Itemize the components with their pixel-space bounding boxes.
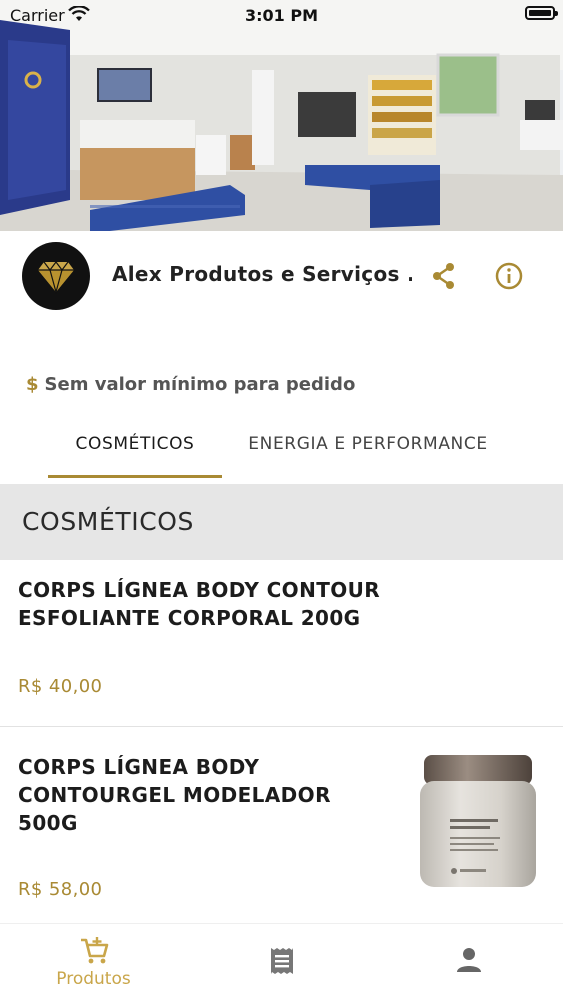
share-icon bbox=[433, 263, 454, 289]
status-bar: Carrier 3:01 PM bbox=[0, 0, 563, 30]
minimum-order-text: Sem valor mínimo para pedido bbox=[44, 374, 356, 395]
store-header: Alex Produtos e Serviços ... bbox=[0, 242, 563, 312]
selected-tab-indicator bbox=[48, 475, 222, 478]
nav-orders[interactable] bbox=[188, 924, 375, 1001]
product-item[interactable]: CORPS LÍGNEA BODY CONTOURGEL MODELADOR 5… bbox=[0, 727, 563, 923]
product-image bbox=[412, 747, 544, 893]
clock: 3:01 PM bbox=[244, 6, 318, 25]
person-icon bbox=[456, 948, 481, 972]
store-name: Alex Produtos e Serviços ... bbox=[112, 262, 412, 286]
product-name: CORPS LÍGNEA BODY CONTOUR ESFOLIANTE COR… bbox=[18, 578, 381, 630]
share-button[interactable] bbox=[428, 260, 460, 292]
product-price: R$ 40,00 bbox=[18, 676, 103, 697]
store-logo bbox=[22, 242, 90, 310]
tab-cosmeticos[interactable]: COSMÉTICOS bbox=[48, 434, 222, 454]
nav-profile[interactable] bbox=[375, 924, 562, 1001]
product-price: R$ 58,00 bbox=[18, 879, 103, 900]
product-name: CORPS LÍGNEA BODY CONTOURGEL MODELADOR 5… bbox=[18, 755, 331, 835]
nav-produtos-label: Produtos bbox=[56, 969, 131, 989]
bottom-navigation: Produtos bbox=[0, 923, 563, 1001]
section-title: COSMÉTICOS bbox=[22, 507, 195, 536]
receipt-icon bbox=[270, 948, 293, 974]
dollar-icon: $ bbox=[26, 374, 39, 395]
section-header: COSMÉTICOS bbox=[0, 484, 563, 560]
battery-icon bbox=[525, 6, 558, 20]
diamond-icon bbox=[38, 261, 74, 295]
store-cover-image bbox=[0, 0, 563, 231]
tab-energia-e-performance[interactable]: ENERGIA E PERFORMANCE bbox=[236, 434, 500, 454]
category-tabs: COSMÉTICOS ENERGIA E PERFORMANCE bbox=[0, 420, 563, 480]
product-item[interactable]: CORPS LÍGNEA BODY CONTOUR ESFOLIANTE COR… bbox=[0, 560, 563, 727]
minimum-order-info: $ Sem valor mínimo para pedido bbox=[26, 374, 355, 395]
cart-icon bbox=[80, 937, 108, 964]
nav-produtos[interactable]: Produtos bbox=[0, 924, 187, 1001]
info-button[interactable] bbox=[493, 260, 525, 292]
info-icon bbox=[495, 262, 523, 290]
